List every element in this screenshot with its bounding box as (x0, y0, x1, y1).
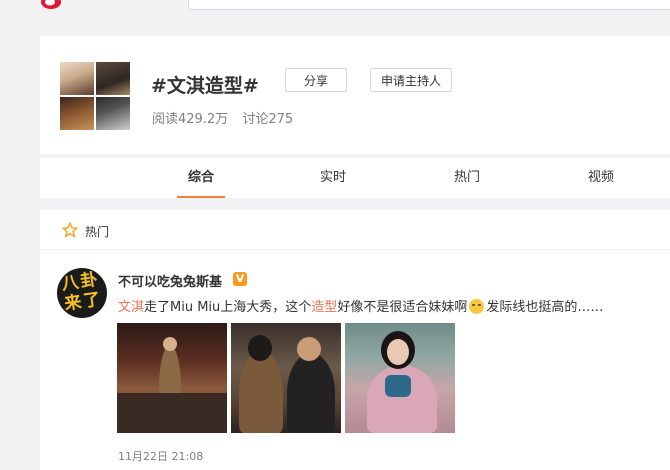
weibo-logo-icon[interactable] (40, 0, 62, 10)
topic-thumbnail (60, 97, 94, 130)
keyword-link[interactable]: 造型 (311, 300, 337, 315)
post-username[interactable]: 不可以吃兔兔斯基 (118, 271, 222, 290)
feed-card: 热门 八卦来了 不可以吃兔兔斯基 V 文淇走了Miu Miu上海大秀，这个造型好… (40, 210, 670, 470)
tab-realtime[interactable]: 实时 (303, 158, 363, 198)
top-bar (0, 0, 670, 22)
feed-section-label: 热门 (85, 225, 110, 239)
topic-tabs: 综合 实时 热门 视频 (40, 158, 670, 198)
topic-header-card: #文淇造型# 分享 申请主持人 阅读429.2万 讨论275 (40, 36, 670, 154)
share-button[interactable]: 分享 (285, 68, 347, 92)
post-image[interactable] (117, 323, 227, 433)
tab-video[interactable]: 视频 (571, 158, 631, 198)
topic-thumbnail (96, 97, 130, 130)
read-count: 阅读429.2万 (152, 112, 229, 127)
post-text-segment: 好像不是很适合妹妹啊 (337, 300, 468, 315)
post-text: 文淇走了Miu Miu上海大秀，这个造型好像不是很适合妹妹啊 发际线也挺高的…… (118, 296, 603, 315)
topic-thumbnail (96, 62, 130, 95)
tab-comprehensive[interactable]: 综合 (171, 158, 231, 198)
discussion-count: 讨论275 (242, 112, 294, 127)
topic-thumbnail (60, 62, 94, 95)
post-image[interactable] (231, 323, 341, 433)
star-icon (62, 222, 78, 238)
emoji-icon (469, 299, 485, 314)
post-text-segment: 走了Miu Miu上海大秀，这个 (144, 300, 312, 315)
apply-host-button[interactable]: 申请主持人 (370, 68, 452, 92)
tab-hot[interactable]: 热门 (437, 158, 497, 198)
topic-stats: 阅读429.2万 讨论275 (152, 108, 303, 127)
topic-thumbnail-grid (60, 62, 130, 130)
topic-title: #文淇造型# (151, 75, 259, 97)
feed-section-header: 热门 (40, 210, 670, 250)
avatar-text: 八卦来了 (60, 269, 104, 315)
verified-badge-icon: V (233, 272, 247, 286)
search-input[interactable] (188, 0, 670, 10)
hashtag-link[interactable]: 文淇 (118, 300, 144, 315)
post-image[interactable] (345, 323, 455, 433)
post-text-segment: 发际线也挺高的…… (486, 300, 604, 315)
avatar[interactable]: 八卦来了 (57, 268, 107, 318)
